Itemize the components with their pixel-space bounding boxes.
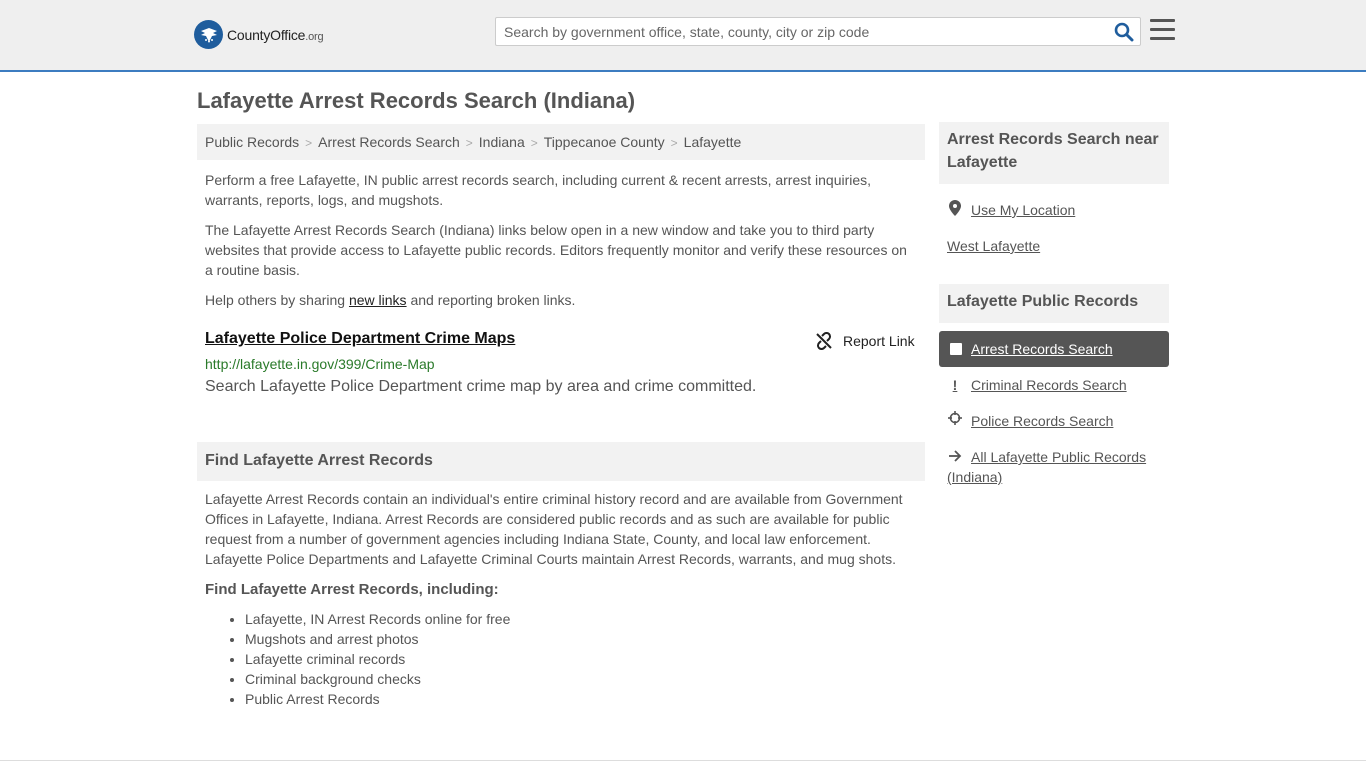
search-icon[interactable]: [1114, 22, 1134, 42]
intro-paragraph: Perform a free Lafayette, IN public arre…: [205, 172, 872, 208]
crosshair-icon: [947, 411, 963, 425]
arrow-right-icon: [947, 449, 963, 463]
sidebar-item-police-records-search[interactable]: Police Records Search: [947, 411, 1113, 431]
logo-text: CountyOffice.org: [227, 26, 324, 43]
breadcrumb-lafayette[interactable]: Lafayette: [684, 134, 742, 150]
top-bar: CountyOffice.org: [0, 0, 1366, 72]
use-my-location-link[interactable]: Use My Location: [947, 200, 1075, 220]
disclaimer-paragraph: The Lafayette Arrest Records Search (Ind…: [205, 222, 907, 278]
list-item: Lafayette, IN Arrest Records online for …: [245, 609, 510, 629]
broken-link-icon: [816, 332, 832, 350]
share-paragraph: Help others by sharing new links and rep…: [205, 292, 576, 308]
footer-divider: [0, 760, 1366, 761]
nearby-west-lafayette-link[interactable]: West Lafayette: [947, 236, 1040, 256]
chevron-right-icon: >: [465, 136, 473, 150]
chevron-right-icon: >: [530, 136, 538, 150]
report-link-label: Report Link: [843, 333, 915, 349]
find-subheading: Find Lafayette Arrest Records, including…: [205, 581, 499, 598]
breadcrumb-arrest-records-search[interactable]: Arrest Records Search: [318, 134, 460, 150]
chevron-right-icon: >: [670, 136, 678, 150]
search-input[interactable]: [496, 18, 1106, 45]
sidebar-item-all-public-records[interactable]: All Lafayette Public Records (Indiana): [947, 447, 1161, 487]
report-link-button[interactable]: Report Link: [815, 332, 915, 350]
eagle-icon: [194, 20, 223, 49]
list-item: Criminal background checks: [245, 669, 510, 689]
list-item: Lafayette criminal records: [245, 649, 510, 669]
map-marker-icon: [947, 200, 963, 216]
site-logo[interactable]: CountyOffice.org: [194, 20, 324, 49]
sidebar-public-records-heading: Lafayette Public Records: [939, 284, 1169, 323]
breadcrumb-indiana[interactable]: Indiana: [479, 134, 525, 150]
sidebar-item-criminal-records-search[interactable]: ! Criminal Records Search: [947, 375, 1127, 395]
find-list: Lafayette, IN Arrest Records online for …: [245, 609, 510, 709]
new-links-link[interactable]: new links: [349, 292, 407, 308]
find-section-body: Lafayette Arrest Records contain an indi…: [205, 491, 903, 567]
list-item: Mugshots and arrest photos: [245, 629, 510, 649]
result-description: Search Lafayette Police Department crime…: [205, 378, 757, 395]
breadcrumb: Public Records > Arrest Records Search > Ind…: [197, 124, 925, 160]
breadcrumb-public-records[interactable]: Public Records: [205, 134, 299, 150]
sidebar-item-arrest-records-search[interactable]: Arrest Records Search: [939, 331, 1169, 367]
exclamation-icon: !: [952, 377, 958, 393]
list-item: Public Arrest Records: [245, 689, 510, 709]
sidebar-near-heading: Arrest Records Search near Lafayette: [939, 122, 1169, 184]
result-title-link[interactable]: Lafayette Police Department Crime Maps: [205, 330, 515, 348]
chevron-right-icon: >: [305, 136, 313, 150]
hamburger-menu-icon[interactable]: [1150, 19, 1175, 41]
breadcrumb-tippecanoe-county[interactable]: Tippecanoe County: [544, 134, 665, 150]
search-box: [495, 17, 1141, 46]
find-section-heading: Find Lafayette Arrest Records: [197, 442, 925, 481]
result-url: http://lafayette.in.gov/399/Crime-Map: [205, 356, 435, 372]
square-icon: [950, 343, 962, 355]
page-title: Lafayette Arrest Records Search (Indiana…: [197, 88, 636, 113]
